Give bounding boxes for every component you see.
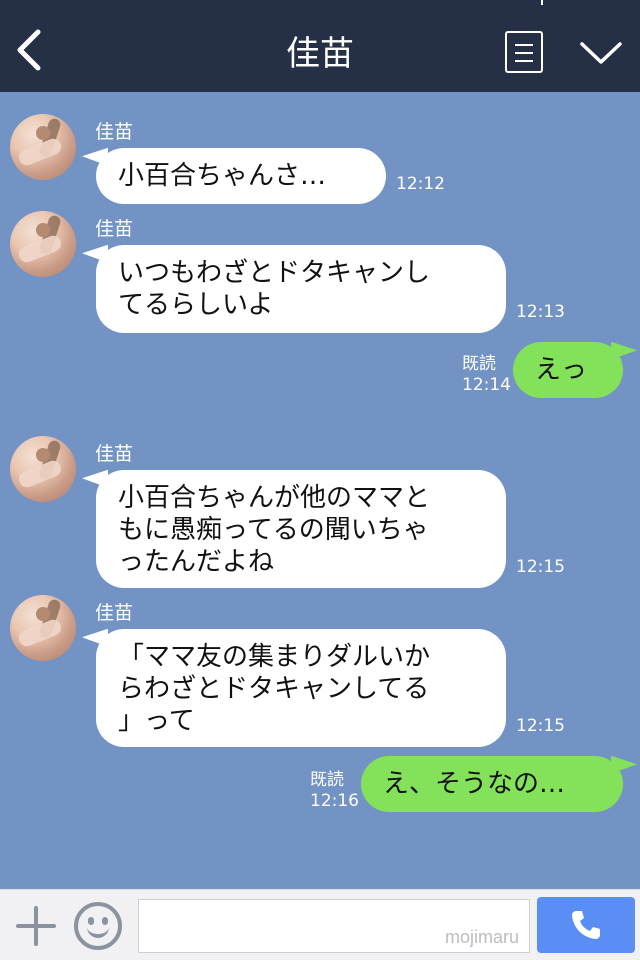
message-time: 12:14 xyxy=(462,375,511,395)
message-text: 小百合ちゃんさ… xyxy=(118,161,327,191)
phone-icon xyxy=(572,911,600,939)
plus-icon[interactable] xyxy=(14,904,58,948)
smiley-icon[interactable] xyxy=(74,902,122,950)
watermark-text: mojimaru xyxy=(444,927,519,947)
sender-name: 佳苗 xyxy=(95,602,134,624)
message-input-bar: mojimaru xyxy=(0,889,640,960)
message-input[interactable]: mojimaru xyxy=(138,899,530,953)
sender-name: 佳苗 xyxy=(95,121,134,143)
read-receipt: 既読 12:16 xyxy=(310,770,359,812)
status-indicator xyxy=(541,0,543,5)
avatar[interactable] xyxy=(10,595,76,661)
avatar[interactable] xyxy=(10,436,76,502)
message-text: 」って xyxy=(118,706,195,736)
message-bubble[interactable]: 小百合ちゃんさ… xyxy=(96,148,386,204)
message-bubble[interactable]: 「ママ友の集まりダルいか らわざとドタキャンしてる 」って xyxy=(96,629,506,747)
message-time: 12:12 xyxy=(396,174,445,194)
read-label: 既読 xyxy=(462,354,496,374)
message-text: え、そうなの… xyxy=(383,769,566,799)
message-bubble[interactable]: え、そうなの… xyxy=(361,756,623,812)
sender-name: 佳苗 xyxy=(95,443,134,465)
avatar[interactable] xyxy=(10,114,76,180)
message-text: 小百合ちゃんが他のママと xyxy=(118,483,431,513)
message-bubble[interactable]: えっ xyxy=(513,342,623,398)
message-time: 12:15 xyxy=(516,716,565,736)
notes-icon[interactable] xyxy=(505,31,543,73)
message-bubble[interactable]: いつもわざとドタキャンし てるらしいよ xyxy=(96,245,506,333)
message-text: もに愚痴ってるの聞いちゃ xyxy=(118,515,429,545)
chat-title: 佳苗 xyxy=(286,34,354,74)
message-text: ったんだよね xyxy=(118,547,275,577)
avatar[interactable] xyxy=(10,211,76,277)
message-text: えっ xyxy=(535,355,588,385)
message-time: 12:16 xyxy=(310,791,359,811)
message-text: いつもわざとドタキャンし xyxy=(118,258,431,288)
message-text: 「ママ友の集まりダルいか xyxy=(118,642,431,672)
chat-header: 佳苗 xyxy=(0,0,640,92)
message-text: らわざとドタキャンしてる xyxy=(118,674,430,704)
chevron-down-icon[interactable] xyxy=(578,38,624,68)
read-receipt: 既読 12:14 xyxy=(462,354,511,396)
message-text: てるらしいよ xyxy=(118,290,274,320)
read-label: 既読 xyxy=(310,770,344,790)
message-time: 12:13 xyxy=(516,302,565,322)
sender-name: 佳苗 xyxy=(95,218,134,240)
message-time: 12:15 xyxy=(516,557,565,577)
call-button[interactable] xyxy=(537,897,635,953)
message-bubble[interactable]: 小百合ちゃんが他のママと もに愚痴ってるの聞いちゃ ったんだよね xyxy=(96,470,506,588)
